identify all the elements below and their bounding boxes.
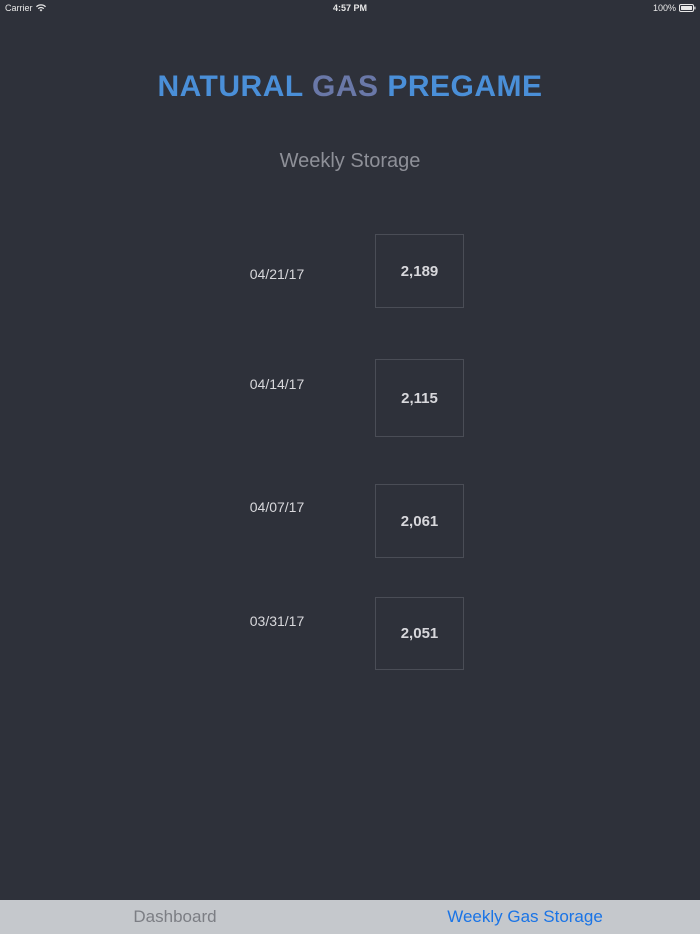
storage-date: 04/21/17: [249, 266, 305, 282]
storage-date: 03/31/17: [249, 613, 305, 629]
storage-value-box: 2,115: [375, 359, 464, 437]
page-subtitle: Weekly Storage: [279, 150, 421, 172]
status-bar: Carrier 4:57 PM 100%: [0, 0, 700, 16]
title-gas: GAS: [312, 70, 379, 103]
storage-value: 2,115: [401, 389, 438, 407]
status-right: 100%: [652, 3, 696, 13]
storage-value-box: 2,189: [375, 234, 464, 308]
storage-date: 04/14/17: [249, 376, 305, 392]
storage-value: 2,061: [400, 512, 439, 530]
storage-date: 04/07/17: [249, 499, 305, 515]
tab-bar: Dashboard Weekly Gas Storage: [0, 900, 700, 934]
storage-value-box: 2,051: [375, 597, 464, 670]
title-natural: NATURAL: [157, 70, 304, 103]
status-time: 4:57 PM: [332, 3, 367, 13]
storage-value: 2,189: [400, 262, 439, 280]
app-title: NATURAL GAS PREGAME: [0, 70, 700, 104]
tab-dashboard[interactable]: Dashboard: [0, 900, 350, 934]
battery-icon: [679, 4, 696, 12]
tab-weekly-gas-storage[interactable]: Weekly Gas Storage: [350, 900, 700, 934]
battery-percent: 100%: [652, 3, 676, 13]
title-pregame: PREGAME: [387, 70, 543, 103]
app-screen: Carrier 4:57 PM 100% NATURAL GAS PREGAME…: [0, 0, 700, 934]
storage-value-box: 2,061: [375, 484, 464, 558]
storage-value: 2,051: [400, 625, 439, 642]
